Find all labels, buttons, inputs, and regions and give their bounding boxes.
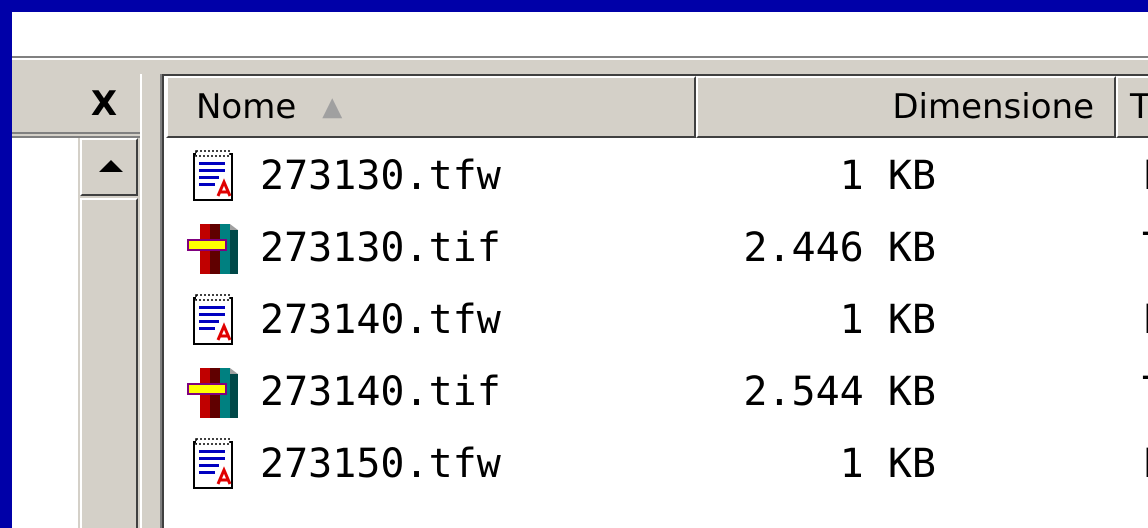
file-size: 1 KB (839, 441, 936, 487)
table-row[interactable]: 273130.tif 2.446 KB T (164, 212, 1148, 284)
folder-pane: X (12, 74, 140, 528)
scroll-thumb[interactable] (80, 198, 138, 528)
file-size: 1 KB (839, 153, 936, 199)
file-name: 273150.tfw (260, 441, 501, 487)
file-type: F (1142, 428, 1148, 500)
file-size: 2.446 KB (743, 225, 936, 271)
folder-tree[interactable] (12, 136, 140, 528)
file-name: 273140.tfw (260, 297, 501, 343)
tif-image-icon (186, 220, 242, 276)
column-name-label: Nome (196, 87, 297, 127)
arrow-up-icon (99, 160, 123, 172)
column-header-type[interactable]: T (1116, 76, 1148, 138)
file-size: 2.544 KB (743, 369, 936, 415)
close-pane-button[interactable]: X (84, 84, 124, 124)
address-bar-area (12, 12, 1148, 58)
table-row[interactable]: 273150.tfw 1 KB F (164, 428, 1148, 500)
file-type: F (1142, 140, 1148, 212)
text-document-icon (186, 148, 242, 204)
table-row[interactable]: 273140.tfw 1 KB F (164, 284, 1148, 356)
tif-image-icon (186, 364, 242, 420)
table-row[interactable]: 273140.tif 2.544 KB T (164, 356, 1148, 428)
table-row[interactable]: 273130.tfw 1 KB F (164, 140, 1148, 212)
sort-ascending-icon: ▲ (322, 92, 343, 122)
file-name: 273140.tif (260, 369, 501, 415)
file-type: T (1142, 212, 1148, 284)
file-size: 1 KB (839, 297, 936, 343)
toolbar-strip (12, 58, 1148, 70)
file-name: 273130.tfw (260, 153, 501, 199)
file-type: F (1142, 284, 1148, 356)
vertical-scrollbar[interactable] (78, 138, 140, 528)
column-header-name[interactable]: Nome ▲ (166, 76, 696, 138)
text-document-icon (186, 292, 242, 348)
file-rows: 273130.tfw1 KBF273130.tif2.446 KBT273140… (164, 140, 1148, 500)
explorer-window: X Nome▲ Dimensione T 273130.tfw1 KBF2731… (12, 12, 1148, 528)
scroll-up-button[interactable] (80, 138, 138, 196)
folder-pane-header: X (12, 74, 140, 134)
column-header-size[interactable]: Dimensione (696, 76, 1116, 138)
text-document-icon (186, 436, 242, 492)
pane-splitter[interactable] (140, 74, 162, 528)
file-name: 273130.tif (260, 225, 501, 271)
file-type: T (1142, 356, 1148, 428)
file-list: Nome▲ Dimensione T 273130.tfw1 KBF273130… (162, 74, 1148, 528)
